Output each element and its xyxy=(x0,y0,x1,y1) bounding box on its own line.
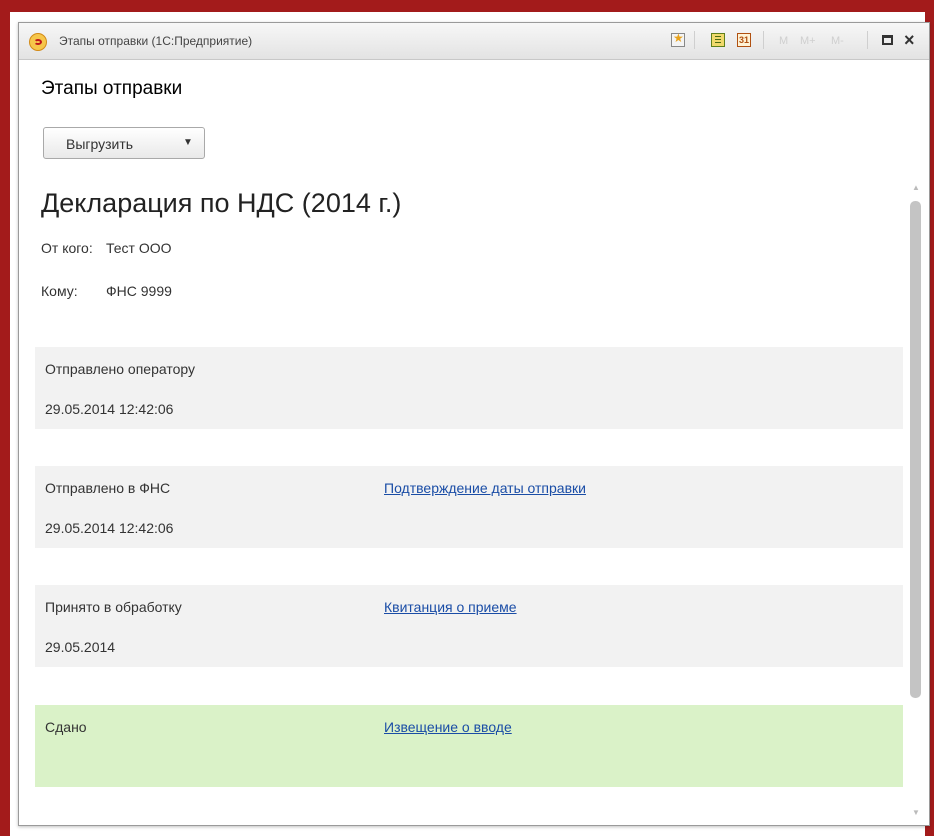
scroll-down-arrow-icon[interactable]: ▼ xyxy=(912,808,920,817)
stage-date: 29.05.2014 12:42:06 xyxy=(45,520,174,536)
stage-row: Принято в обработку Квитанция о приеме 2… xyxy=(35,585,903,667)
document-title: Декларация по НДС (2014 г.) xyxy=(41,188,402,218)
stage-document-link[interactable]: Подтверждение даты отправки xyxy=(384,480,586,496)
calculator-icon[interactable] xyxy=(711,33,725,47)
form-window: Этапы отправки (1С:Предприятие) M M+ M- … xyxy=(18,22,930,826)
stage-name: Сдано xyxy=(45,719,87,735)
stage-document-link[interactable]: Извещение о вводе xyxy=(384,719,512,735)
stage-row-completed: Сдано Извещение о вводе xyxy=(35,705,903,787)
to-value: ФНС 9999 xyxy=(106,283,172,299)
toolbar-separator xyxy=(867,31,868,49)
form-title: Этапы отправки xyxy=(41,78,183,99)
dropdown-arrow-icon: ▼ xyxy=(183,137,193,148)
from-value: Тест ООО xyxy=(106,240,172,256)
from-label: От кого: xyxy=(41,240,93,256)
calendar-icon[interactable] xyxy=(737,33,751,47)
unload-button-label: Выгрузить xyxy=(66,136,134,152)
window-title: Этапы отправки (1С:Предприятие) xyxy=(59,34,253,48)
maximize-icon[interactable] xyxy=(882,35,893,45)
vertical-scrollbar[interactable]: ▲ ▼ xyxy=(909,183,923,825)
scroll-up-arrow-icon[interactable]: ▲ xyxy=(912,183,920,192)
stage-name: Отправлено оператору xyxy=(45,361,196,377)
close-icon[interactable]: × xyxy=(904,29,915,51)
stage-row: Отправлено оператору 29.05.2014 12:42:06 xyxy=(35,347,903,429)
toolbar-separator xyxy=(694,31,695,49)
stage-date: 29.05.2014 xyxy=(45,639,116,655)
scrollbar-thumb[interactable] xyxy=(910,201,921,698)
stage-document-link[interactable]: Квитанция о приеме xyxy=(384,599,517,615)
memory-button-m[interactable]: M xyxy=(779,35,788,47)
window-titlebar[interactable]: Этапы отправки (1С:Предприятие) M M+ M- … xyxy=(19,23,929,60)
stages-scroll-area: Декларация по НДС (2014 г.) От кого: Тес… xyxy=(19,183,929,825)
favorites-star-icon[interactable] xyxy=(671,31,685,47)
stage-name: Принято в обработку xyxy=(45,599,182,615)
unload-button[interactable]: Выгрузить ▼ xyxy=(43,127,205,159)
memory-button-m-plus[interactable]: M+ xyxy=(800,35,816,47)
memory-button-m-minus[interactable]: M- xyxy=(831,35,844,47)
toolbar-separator xyxy=(763,31,764,49)
app-logo-icon xyxy=(29,33,47,51)
stage-date: 29.05.2014 12:42:06 xyxy=(45,401,174,417)
stage-row: Отправлено в ФНС Подтверждение даты отпр… xyxy=(35,466,903,548)
stage-name: Отправлено в ФНС xyxy=(45,480,171,496)
to-label: Кому: xyxy=(41,283,78,299)
